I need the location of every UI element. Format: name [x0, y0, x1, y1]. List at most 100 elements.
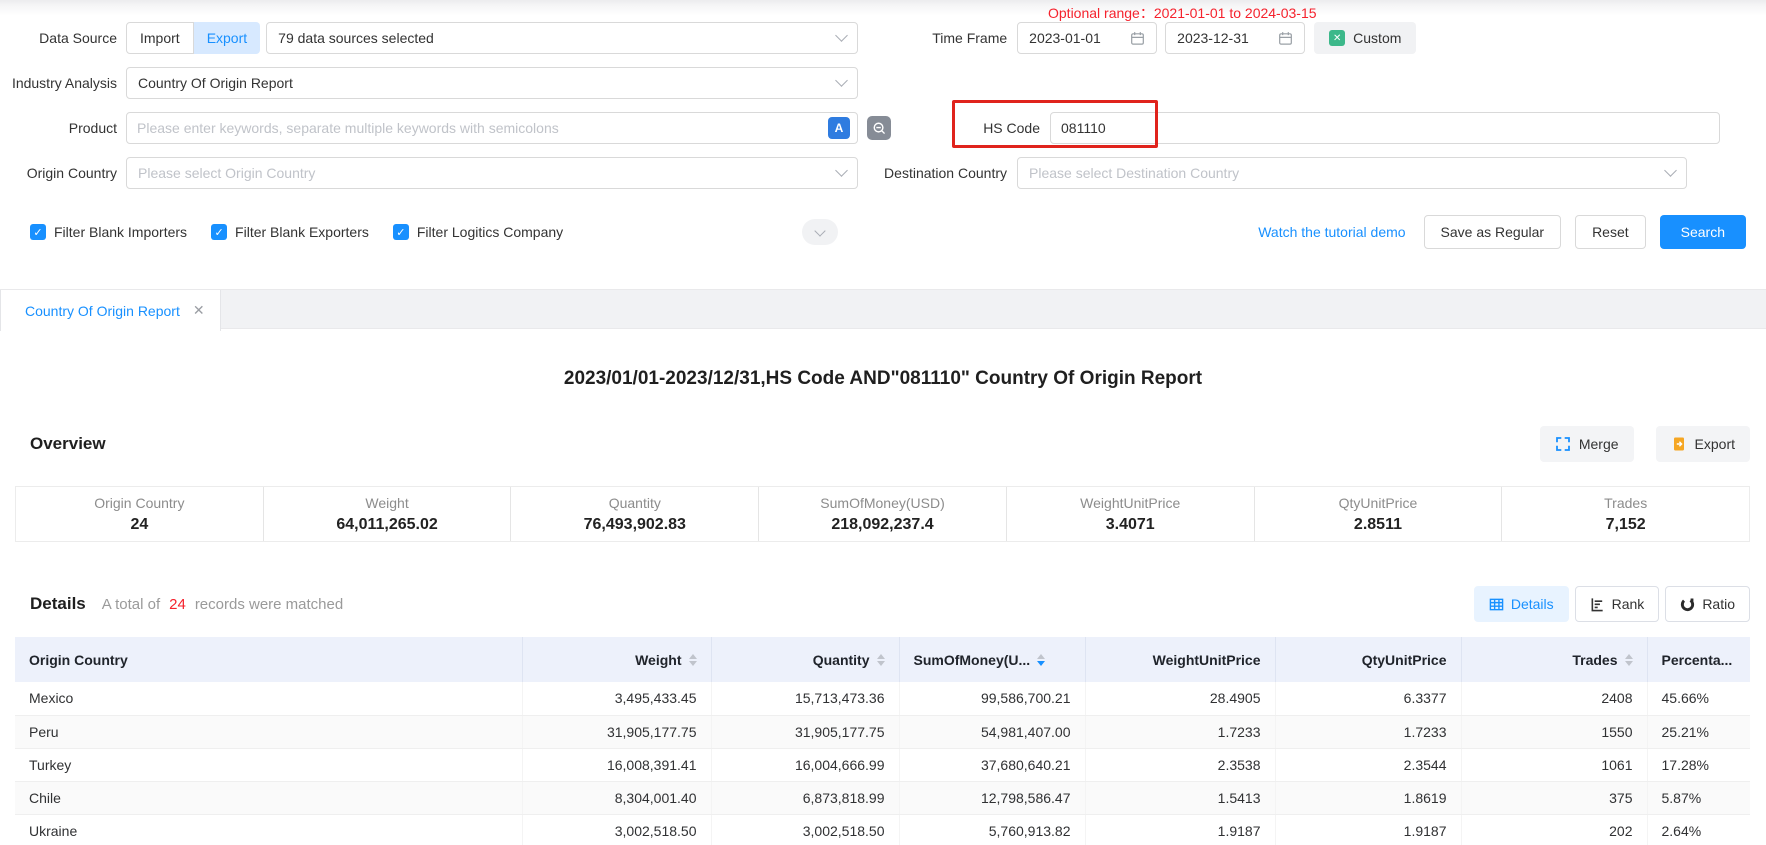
- stat-weight: Weight 64,011,265.02: [263, 487, 511, 541]
- bar-chart-icon: [1590, 597, 1605, 612]
- import-toggle-button[interactable]: Import: [126, 22, 194, 54]
- overview-stats-bar: Origin Country 24 Weight 64,011,265.02 Q…: [15, 486, 1750, 542]
- details-table: Origin Country Weight Quantity SumOfMone…: [15, 637, 1750, 845]
- collapse-filters-button[interactable]: [802, 219, 838, 245]
- col-quantity[interactable]: Quantity: [711, 637, 899, 682]
- optional-range-hint: Optional range：2021-01-01 to 2024-03-15: [1048, 3, 1317, 23]
- destination-country-placeholder: Please select Destination Country: [1029, 165, 1239, 181]
- details-heading: Details: [30, 594, 86, 614]
- export-button[interactable]: Export: [1656, 426, 1750, 462]
- calendar-icon: [1278, 31, 1293, 46]
- chevron-down-icon: [835, 164, 848, 177]
- checkbox-label: Filter Logitics Company: [417, 224, 563, 240]
- product-input-wrap: A: [126, 112, 858, 144]
- merge-label: Merge: [1579, 436, 1619, 452]
- industry-analysis-value: Country Of Origin Report: [138, 75, 293, 91]
- tab-bar: Country Of Origin Report ✕: [0, 289, 1766, 329]
- stat-quantity: Quantity 76,493,902.83: [510, 487, 758, 541]
- data-sources-selected-text: 79 data sources selected: [278, 30, 434, 46]
- merge-button[interactable]: Merge: [1540, 426, 1634, 462]
- table-row: Mexico 3,495,433.45 15,713,473.36 99,586…: [15, 682, 1750, 715]
- sort-icon[interactable]: [1625, 654, 1633, 666]
- col-weight-unit-price: WeightUnitPrice: [1085, 637, 1275, 682]
- records-matched-text: A total of 24 records were matched: [102, 596, 343, 613]
- table-row: Peru 31,905,177.75 31,905,177.75 54,981,…: [15, 715, 1750, 748]
- exclude-keywords-icon[interactable]: [867, 116, 891, 140]
- stat-qty-unit-price: QtyUnitPrice 2.8511: [1254, 487, 1502, 541]
- sort-desc-icon[interactable]: [1037, 654, 1045, 666]
- time-frame-label: Time Frame: [877, 30, 1007, 46]
- industry-analysis-label: Industry Analysis: [0, 75, 117, 91]
- checkbox-checked-icon: ✓: [393, 224, 409, 240]
- custom-icon: ✕: [1329, 30, 1345, 46]
- destination-country-label: Destination Country: [877, 165, 1007, 181]
- start-date-input[interactable]: 2023-01-01: [1017, 22, 1157, 54]
- chevron-down-icon: [814, 225, 825, 236]
- col-percentage: Percenta...: [1647, 637, 1750, 682]
- table-grid-icon: [1489, 597, 1504, 612]
- origin-country-label: Origin Country: [0, 165, 117, 181]
- col-qty-unit-price: QtyUnitPrice: [1275, 637, 1461, 682]
- close-icon[interactable]: ✕: [193, 302, 205, 319]
- tab-title: Country Of Origin Report: [25, 303, 180, 319]
- col-origin-country: Origin Country: [15, 637, 522, 682]
- data-source-label: Data Source: [0, 30, 117, 46]
- chevron-down-icon: [835, 74, 848, 87]
- end-date-value: 2023-12-31: [1177, 30, 1249, 46]
- view-details-button[interactable]: Details: [1474, 586, 1569, 622]
- filter-blank-importers-checkbox[interactable]: ✓ Filter Blank Importers: [30, 224, 187, 240]
- tutorial-demo-link[interactable]: Watch the tutorial demo: [1258, 224, 1405, 240]
- checkbox-label: Filter Blank Importers: [54, 224, 187, 240]
- overview-heading: Overview: [30, 434, 106, 454]
- origin-country-select[interactable]: Please select Origin Country: [126, 157, 858, 189]
- translate-icon[interactable]: A: [828, 117, 850, 139]
- custom-label: Custom: [1353, 30, 1401, 46]
- destination-country-select[interactable]: Please select Destination Country: [1017, 157, 1687, 189]
- filter-blank-exporters-checkbox[interactable]: ✓ Filter Blank Exporters: [211, 224, 369, 240]
- checkbox-checked-icon: ✓: [211, 224, 227, 240]
- data-source-toggle: Import Export: [126, 22, 260, 54]
- checkbox-label: Filter Blank Exporters: [235, 224, 369, 240]
- chevron-down-icon: [1664, 164, 1677, 177]
- export-label: Export: [1695, 436, 1735, 452]
- export-icon: [1671, 436, 1687, 452]
- search-button[interactable]: Search: [1660, 215, 1746, 249]
- donut-chart-icon: [1680, 597, 1695, 612]
- hs-code-label: HS Code: [910, 120, 1040, 136]
- stat-sum-of-money: SumOfMoney(USD) 218,092,237.4: [758, 487, 1006, 541]
- product-keywords-input[interactable]: [126, 112, 858, 144]
- filter-logitics-company-checkbox[interactable]: ✓ Filter Logitics Company: [393, 224, 563, 240]
- view-ratio-button[interactable]: Ratio: [1665, 586, 1750, 622]
- chevron-down-icon: [835, 29, 848, 42]
- merge-icon: [1555, 436, 1571, 452]
- custom-range-button[interactable]: ✕ Custom: [1314, 22, 1416, 54]
- col-trades[interactable]: Trades: [1461, 637, 1647, 682]
- start-date-value: 2023-01-01: [1029, 30, 1101, 46]
- table-row: Turkey 16,008,391.41 16,004,666.99 37,68…: [15, 748, 1750, 781]
- table-row: Ukraine 3,002,518.50 3,002,518.50 5,760,…: [15, 814, 1750, 845]
- product-label: Product: [0, 120, 117, 136]
- calendar-icon: [1130, 31, 1145, 46]
- export-toggle-button[interactable]: Export: [194, 22, 260, 54]
- col-weight[interactable]: Weight: [522, 637, 711, 682]
- end-date-input[interactable]: 2023-12-31: [1165, 22, 1305, 54]
- stat-weight-unit-price: WeightUnitPrice 3.4071: [1006, 487, 1254, 541]
- checkbox-checked-icon: ✓: [30, 224, 46, 240]
- save-as-regular-button[interactable]: Save as Regular: [1424, 215, 1562, 249]
- reset-button[interactable]: Reset: [1575, 215, 1646, 249]
- stat-trades: Trades 7,152: [1501, 487, 1749, 541]
- col-sum-of-money[interactable]: SumOfMoney(U...: [899, 637, 1085, 682]
- industry-analysis-select[interactable]: Country Of Origin Report: [126, 67, 858, 99]
- data-sources-select[interactable]: 79 data sources selected: [266, 22, 858, 54]
- table-row: Chile 8,304,001.40 6,873,818.99 12,798,5…: [15, 781, 1750, 814]
- tab-country-of-origin-report[interactable]: Country Of Origin Report ✕: [0, 290, 221, 331]
- hs-code-input[interactable]: [1050, 112, 1720, 144]
- stat-origin-country: Origin Country 24: [16, 487, 263, 541]
- view-rank-button[interactable]: Rank: [1575, 586, 1660, 622]
- sort-icon[interactable]: [877, 654, 885, 666]
- report-title: 2023/01/01-2023/12/31,HS Code AND"081110…: [0, 368, 1766, 390]
- filter-panel: Optional range：2021-01-01 to 2024-03-15 …: [0, 0, 1766, 289]
- sort-icon[interactable]: [689, 654, 697, 666]
- table-header-row: Origin Country Weight Quantity SumOfMone…: [15, 637, 1750, 682]
- records-count: 24: [169, 596, 186, 613]
